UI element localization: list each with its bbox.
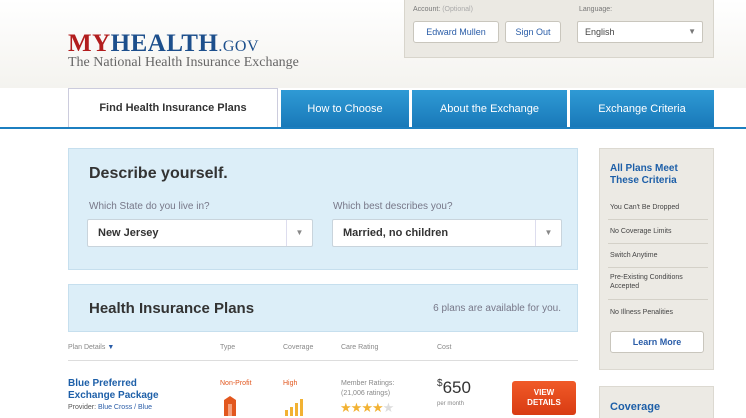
tab-underline <box>0 127 746 129</box>
price-value: 650 <box>442 378 471 397</box>
criteria-item: Pre-Existing Conditions Accepted <box>610 274 683 290</box>
tab-find-plans[interactable]: Find Health Insurance Plans <box>68 88 278 128</box>
price-period: per month <box>437 401 465 407</box>
star-rating: ★★★★★ <box>340 400 395 416</box>
state-value: New Jersey <box>98 227 159 239</box>
view-details-button[interactable]: VIEW DETAILS <box>512 381 576 415</box>
account-label: Account: (Optional) <box>413 6 473 13</box>
column-care-rating[interactable]: Care Rating <box>341 344 378 351</box>
learn-more-button[interactable]: Learn More <box>610 331 704 353</box>
site-tagline: The National Health Insurance Exchange <box>68 55 299 70</box>
criteria-sidebar: All Plans Meet These Criteria You Can't … <box>599 148 714 370</box>
site-logo[interactable]: MYHEALTH.GOV <box>68 30 259 58</box>
criteria-item: No Illness Penalities <box>610 309 674 316</box>
plan-name-link[interactable]: Blue Preferred Exchange Package <box>68 378 159 402</box>
criteria-title-line1: All Plans Meet <box>610 163 678 174</box>
criteria-item: Switch Anytime <box>610 252 658 259</box>
criteria-item: No Coverage Limits <box>610 228 672 235</box>
criteria-title: All Plans Meet These Criteria <box>610 163 678 187</box>
describe-yourself-panel: Describe yourself. Which State do you li… <box>68 148 578 270</box>
column-cost[interactable]: Cost <box>437 344 451 351</box>
criteria-item: You Can't Be Dropped <box>610 204 680 211</box>
star-icon: ★ <box>361 400 373 415</box>
tab-exchange-criteria[interactable]: Exchange Criteria <box>570 90 714 128</box>
language-label: Language: <box>579 6 613 13</box>
column-type[interactable]: Type <box>220 344 235 351</box>
star-icon: ★ <box>350 400 363 415</box>
coverage-bars-icon <box>285 399 303 416</box>
divider <box>608 267 708 268</box>
tab-how-to-choose[interactable]: How to Choose <box>281 90 409 128</box>
logo-gov: .GOV <box>218 38 260 55</box>
building-icon <box>224 396 236 416</box>
page-header: MYHEALTH.GOV The National Health Insuran… <box>0 0 746 88</box>
language-value: English <box>585 27 615 37</box>
rating-label: Member Ratings: <box>341 380 395 387</box>
account-optional: (Optional) <box>442 6 473 13</box>
provider-link[interactable]: Blue Cross / Blue <box>98 404 152 411</box>
account-panel: Account: (Optional) Language: Edward Mul… <box>404 0 714 58</box>
dropdown-arrow-icon: ▼ <box>286 220 312 246</box>
sort-arrow-icon: ▼ <box>107 344 115 351</box>
star-icon: ★ <box>340 400 352 415</box>
star-half-icon: ★ <box>371 400 384 415</box>
plans-count: 6 plans are available for you. <box>433 303 561 314</box>
dropdown-arrow-icon: ▼ <box>688 27 696 36</box>
describe-title: Describe yourself. <box>89 165 228 182</box>
plans-header-panel: Health Insurance Plans 6 plans are avail… <box>68 284 578 332</box>
coverage-title: Coverage <box>610 401 661 413</box>
column-plan-details[interactable]: Plan Details ▼ <box>68 344 114 351</box>
coverage-sidebar: Coverage <box>599 386 714 418</box>
plan-type: Non-Profit <box>220 380 252 387</box>
plan-provider: Provider: Blue Cross / Blue <box>68 404 152 411</box>
logo-my: MY <box>68 30 111 57</box>
state-question: Which State do you live in? <box>89 201 210 212</box>
provider-label: Provider: <box>68 404 97 411</box>
star-empty-icon: ★ <box>382 400 395 415</box>
status-select[interactable]: Married, no children ▼ <box>332 219 562 247</box>
status-question: Which best describes you? <box>333 201 453 212</box>
language-select[interactable]: English ▼ <box>577 21 703 43</box>
account-label-text: Account: <box>413 6 441 13</box>
plan-coverage: High <box>283 380 298 387</box>
rating-count: (21,006 ratings) <box>341 390 391 397</box>
plans-title: Health Insurance Plans <box>89 300 255 317</box>
divider <box>608 299 708 300</box>
tab-about-exchange[interactable]: About the Exchange <box>412 90 567 128</box>
logo-health: HEALTH <box>110 30 219 57</box>
dropdown-arrow-icon: ▼ <box>535 220 561 246</box>
divider <box>608 243 708 244</box>
plan-name-line2: Exchange Package <box>68 390 159 401</box>
status-value: Married, no children <box>343 227 449 239</box>
divider <box>68 360 578 361</box>
criteria-title-line2: These Criteria <box>610 175 677 186</box>
plan-price: $650 <box>437 378 471 398</box>
view-label-2: DETAILS <box>527 398 561 407</box>
main-tabs: Find Health Insurance Plans How to Choos… <box>68 88 714 128</box>
state-select[interactable]: New Jersey ▼ <box>87 219 313 247</box>
view-label-1: VIEW <box>533 388 555 397</box>
user-account-button[interactable]: Edward Mullen <box>413 21 499 43</box>
column-label: Plan Details <box>68 344 106 351</box>
sign-out-button[interactable]: Sign Out <box>505 21 561 43</box>
column-coverage[interactable]: Coverage <box>283 344 313 351</box>
divider <box>608 219 708 220</box>
plan-name-line1: Blue Preferred <box>68 378 137 389</box>
